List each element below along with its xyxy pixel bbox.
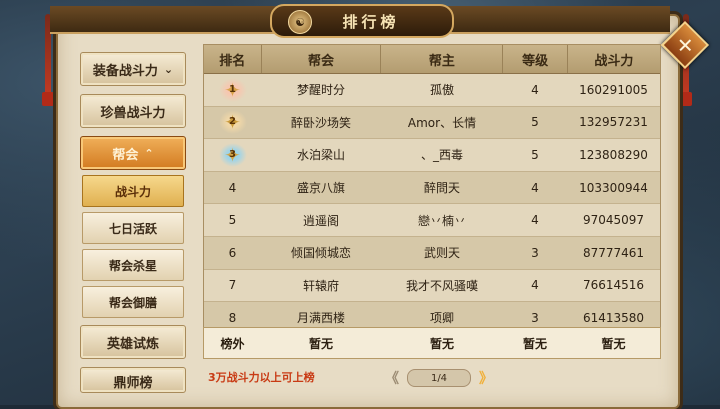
guild-name: 倾国倾城恋 xyxy=(290,246,351,261)
sub-tab-label: 帮会杀星 xyxy=(108,258,157,273)
guild-power: 160291005 xyxy=(579,82,648,97)
rank-number: 4 xyxy=(228,180,237,195)
silver-medal-icon: ✦ 2 xyxy=(218,110,247,135)
my-rank: 榜外 xyxy=(220,336,245,351)
table-row[interactable]: ✦ 2 醉卧沙场笑 Amor、长情 5 132957231 xyxy=(204,106,660,140)
sidebar-item-label: 珍兽战斗力 xyxy=(100,105,166,121)
table-row[interactable]: 4 盛京八旗 醉問天 4 103300944 xyxy=(204,171,660,205)
ranking-requirement-note: 3万战斗力以上可上榜 xyxy=(208,371,315,384)
gold-medal-icon: ✦ 1 xyxy=(218,77,247,102)
guild-level: 4 xyxy=(531,82,539,97)
sub-tab-guild-killstar[interactable]: 帮会杀星 xyxy=(82,249,184,281)
sub-tab-combat-power[interactable]: 战斗力 xyxy=(82,175,184,207)
guild-leader: 戀丷楠丷 xyxy=(417,213,466,228)
page-indicator: 1/4 xyxy=(407,369,471,387)
chevron-up-icon: ⌃ xyxy=(144,146,154,160)
guild-name: 盛京八旗 xyxy=(296,181,345,196)
sidebar-item-master[interactable]: 鼎师榜 xyxy=(80,367,186,393)
prev-page-icon[interactable]: 《 xyxy=(385,368,399,388)
pagination: 《 1/4 》 xyxy=(385,368,493,388)
guild-name: 逍遥阁 xyxy=(302,213,339,228)
header-level: 等级 xyxy=(503,45,568,73)
rank-number: 7 xyxy=(228,278,237,293)
rank-number: 2 xyxy=(229,116,236,128)
my-guild-name: 暂无 xyxy=(308,336,333,351)
table-body: ✦ 1 梦醒时分 孤傲 4 160291005 ✦ 2 醉卧沙场笑 Amor、长情 … xyxy=(204,74,660,335)
table-row[interactable]: 5 逍遥阁 戀丷楠丷 4 97045097 xyxy=(204,204,660,237)
header-power: 战斗力 xyxy=(594,53,634,69)
page-title: 排行榜 xyxy=(342,12,400,31)
guild-name: 醉卧沙场笑 xyxy=(290,115,351,130)
guild-name: 轩辕府 xyxy=(302,278,339,293)
rank-number: 3 xyxy=(229,148,236,160)
chevron-down-icon: ⌄ xyxy=(163,62,174,76)
guild-name: 梦醒时分 xyxy=(296,83,345,98)
guild-level: 4 xyxy=(531,213,539,228)
my-guild-leader: 暂无 xyxy=(429,336,454,351)
guild-level: 5 xyxy=(531,115,539,130)
rank-number: 6 xyxy=(228,245,237,260)
rank-number: 5 xyxy=(228,213,237,228)
sidebar-item-label: 英雄试炼 xyxy=(106,336,159,352)
guild-power: 97045097 xyxy=(582,213,645,228)
sidebar: 装备战斗力 ⌄ 珍兽战斗力 帮会 ⌃ 战斗力 七日活跃 帮会杀星 帮会御膳 英雄… xyxy=(70,45,194,405)
ranking-table: 排名 帮会 帮主 等级 战斗力 ✦ 1 梦醒时分 孤傲 4 160291005 ✦… xyxy=(203,44,661,359)
guild-power: 76614516 xyxy=(582,278,645,293)
guild-power: 103300944 xyxy=(579,180,648,195)
sidebar-item-equipment-power[interactable]: 装备战斗力 ⌄ xyxy=(80,52,186,86)
title-emblem-icon: ☯ xyxy=(288,10,312,34)
bronze-medal-icon: ✦ 3 xyxy=(218,142,247,167)
table-row[interactable]: 6 倾国倾城恋 武则天 3 87777461 xyxy=(204,236,660,270)
guild-name: 水泊梁山 xyxy=(296,148,345,163)
guild-leader: 孤傲 xyxy=(429,83,454,98)
guild-power: 132957231 xyxy=(579,115,648,130)
sub-tab-label: 战斗力 xyxy=(114,184,151,199)
guild-level: 4 xyxy=(531,278,539,293)
table-header: 排名 帮会 帮主 等级 战斗力 xyxy=(204,45,660,74)
guild-power: 123808290 xyxy=(579,147,648,162)
guild-power: 87777461 xyxy=(582,245,645,260)
sub-tab-label: 帮会御膳 xyxy=(108,295,157,310)
rank-number: 1 xyxy=(229,83,236,95)
sub-tab-label: 七日活跃 xyxy=(108,221,157,236)
guild-leader: 、_西毒 xyxy=(420,148,463,163)
guild-level: 3 xyxy=(531,245,539,260)
sub-tab-seven-day-active[interactable]: 七日活跃 xyxy=(82,212,184,244)
header-leader: 帮主 xyxy=(381,45,504,73)
guild-leader: 我才不风骚嘆 xyxy=(405,278,478,293)
table-row[interactable]: ✦ 3 水泊梁山 、_西毒 5 123808290 xyxy=(204,139,660,172)
my-guild-row: 榜外 暂无 暂无 暂无 暂无 xyxy=(203,327,661,359)
sidebar-item-label: 帮会 xyxy=(112,147,139,163)
my-guild-level: 暂无 xyxy=(522,336,547,351)
sidebar-item-guild[interactable]: 帮会 ⌃ xyxy=(80,136,186,170)
header-rank: 排名 xyxy=(204,45,262,73)
header-guild: 帮会 xyxy=(262,45,382,73)
sidebar-item-label: 装备战斗力 xyxy=(92,63,158,79)
sub-tab-guild-feast[interactable]: 帮会御膳 xyxy=(82,286,184,318)
next-page-icon[interactable]: 》 xyxy=(479,368,493,388)
guild-leader: 武则天 xyxy=(423,246,460,261)
guild-level: 5 xyxy=(531,147,539,162)
sidebar-item-pet-power[interactable]: 珍兽战斗力 xyxy=(80,94,186,128)
guild-leader: Amor、长情 xyxy=(407,115,477,130)
sidebar-item-label: 鼎师榜 xyxy=(113,376,153,391)
close-icon: ✕ xyxy=(676,32,694,57)
sidebar-item-hero-trial[interactable]: 英雄试炼 xyxy=(80,325,186,359)
my-guild-power: 暂无 xyxy=(601,336,626,351)
guild-leader: 醉問天 xyxy=(423,181,460,196)
table-row[interactable]: 7 轩辕府 我才不风骚嘆 4 76614516 xyxy=(204,269,660,303)
guild-level: 4 xyxy=(531,180,539,195)
table-row[interactable]: ✦ 1 梦醒时分 孤傲 4 160291005 xyxy=(204,74,660,107)
title-plaque: ☯ 排行榜 xyxy=(270,4,454,38)
